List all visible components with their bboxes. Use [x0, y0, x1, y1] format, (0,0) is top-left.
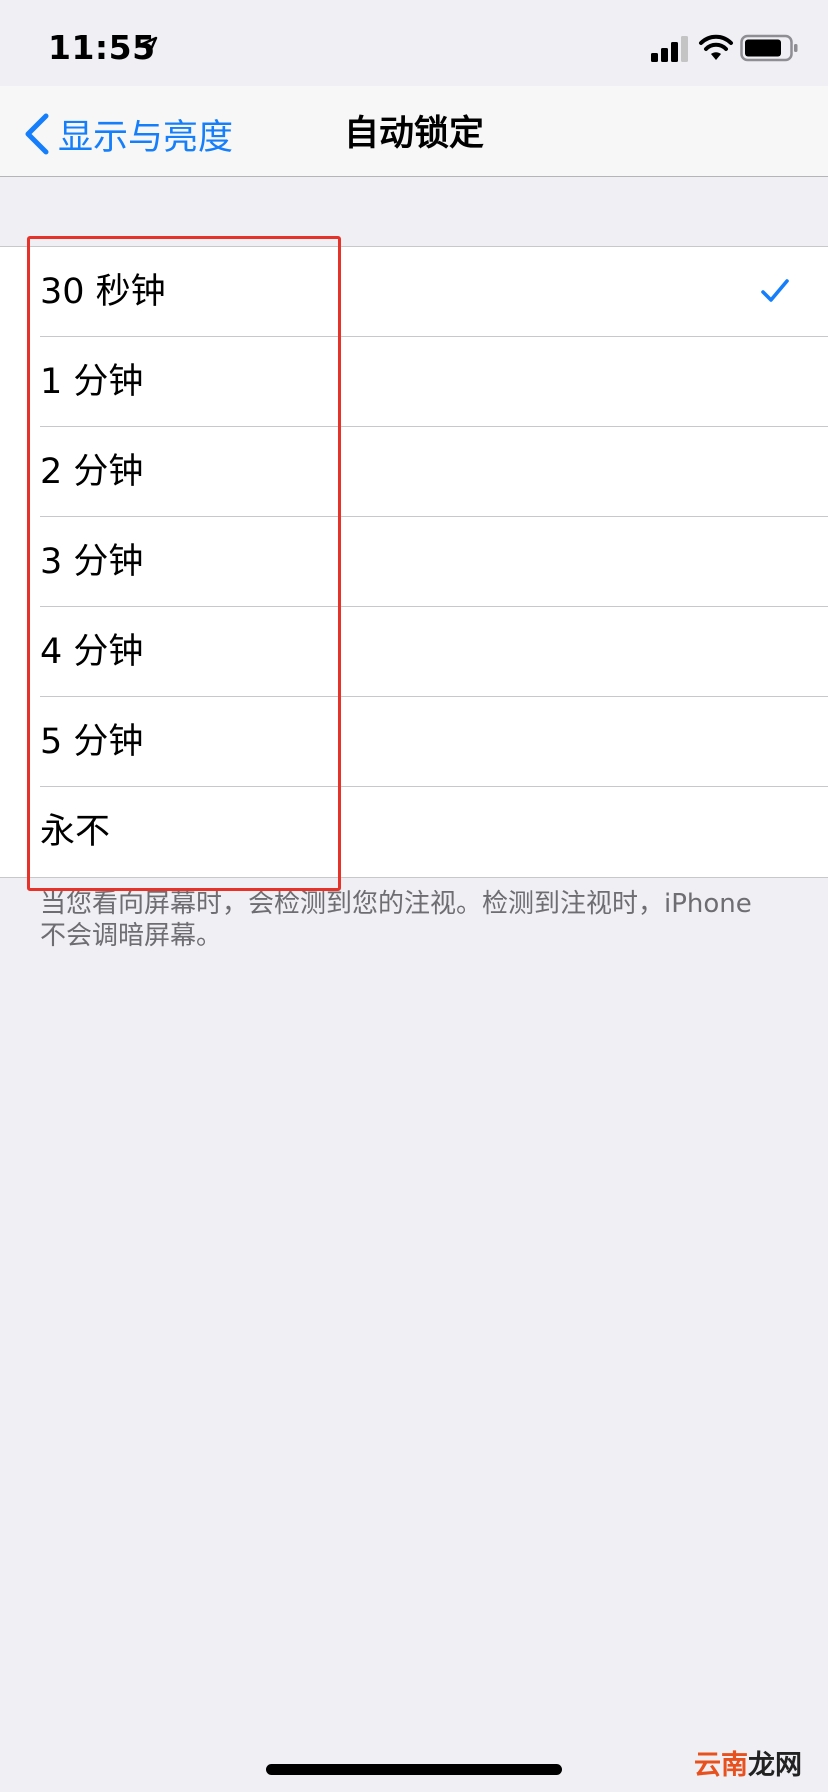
watermark-part1: 云南 — [694, 1750, 748, 1781]
option-label: 2 分钟 — [40, 452, 144, 492]
chevron-left-icon — [25, 113, 49, 155]
option-30-seconds[interactable]: 30 秒钟 — [0, 247, 828, 337]
watermark-part2: 龙网 — [748, 1750, 802, 1781]
option-4-minutes[interactable]: 4 分钟 — [0, 607, 828, 697]
battery-icon — [740, 34, 798, 62]
watermark-logo: 云南 龙网 — [694, 1743, 802, 1782]
option-5-minutes[interactable]: 5 分钟 — [0, 697, 828, 787]
option-never[interactable]: 永不 — [0, 787, 828, 877]
home-indicator[interactable] — [266, 1764, 562, 1775]
checkmark-icon — [761, 279, 789, 302]
option-label: 1 分钟 — [40, 362, 144, 402]
option-label: 30 秒钟 — [40, 272, 166, 312]
option-label: 4 分钟 — [40, 632, 144, 672]
navigation-bar: 显示与亮度 自动锁定 — [0, 86, 828, 177]
wifi-icon — [699, 34, 733, 60]
cellular-signal-icon — [651, 36, 688, 62]
back-button-label: 显示与亮度 — [58, 117, 234, 158]
attention-footer-text: 当您看向屏幕时，会检测到您的注视。检测到注视时，iPhone 不会调暗屏幕。 — [40, 889, 752, 951]
location-arrow-icon — [136, 36, 158, 58]
option-label: 3 分钟 — [40, 542, 144, 582]
auto-lock-options-list: 30 秒钟 1 分钟 2 分钟 3 分钟 4 分钟 5 分钟 永不 — [0, 246, 828, 878]
option-label: 永不 — [40, 812, 111, 852]
option-2-minutes[interactable]: 2 分钟 — [0, 427, 828, 517]
option-1-minute[interactable]: 1 分钟 — [0, 337, 828, 427]
back-button[interactable]: 显示与亮度 — [22, 110, 233, 158]
option-3-minutes[interactable]: 3 分钟 — [0, 517, 828, 607]
option-label: 5 分钟 — [40, 722, 144, 762]
